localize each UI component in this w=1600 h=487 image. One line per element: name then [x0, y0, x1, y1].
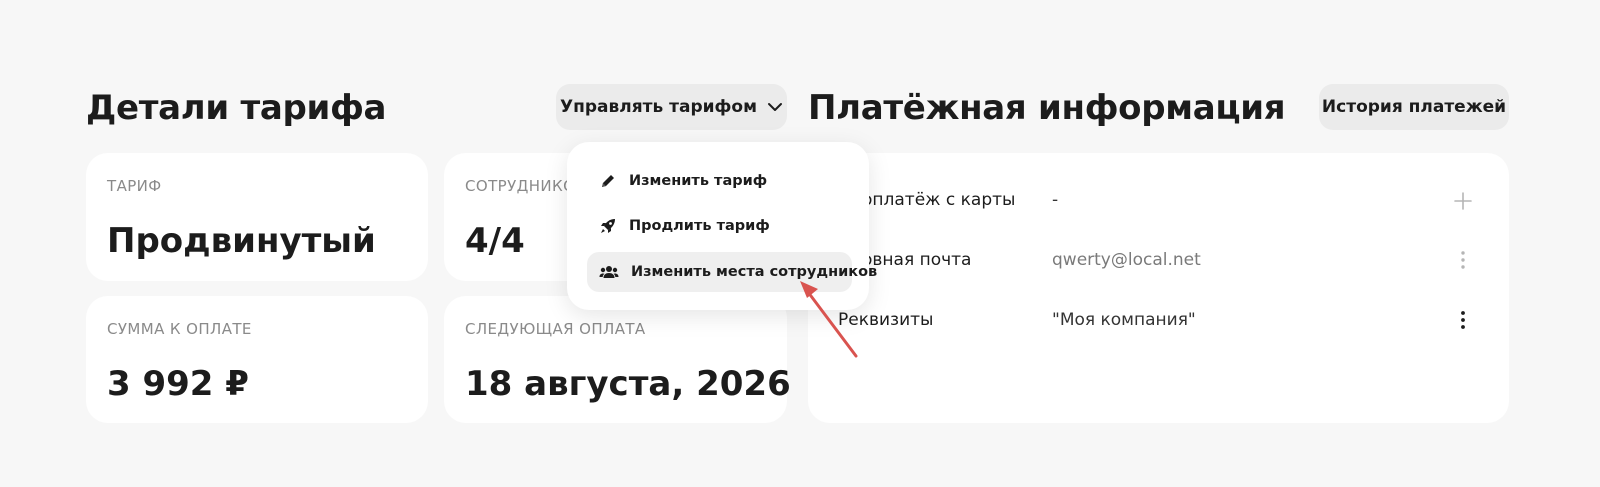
manage-tariff-button[interactable]: Управлять тарифом [556, 84, 787, 130]
email-label: овная почта [862, 250, 972, 270]
more-vertical-icon[interactable] [1456, 309, 1470, 331]
email-value: qwerty@local.net [1052, 250, 1201, 270]
menu-item-change-tariff[interactable]: Изменить тариф [587, 161, 779, 201]
next-payment-card: СЛЕДУЮЩАЯ ОПЛАТА 18 августа, 2026 [444, 296, 791, 423]
payment-history-button-label: История платежей [1321, 97, 1507, 117]
card-payment-value: - [1052, 190, 1059, 210]
menu-item-label: Продлить тариф [629, 218, 770, 234]
next-payment-card-value: 18 августа, 2026 [465, 364, 791, 404]
amount-due-card: СУММА К ОПЛАТЕ 3 992 ₽ [86, 296, 428, 423]
rocket-icon [599, 217, 617, 235]
tariff-card: ТАРИФ Продвинутый [86, 153, 428, 281]
manage-tariff-button-label: Управлять тарифом [560, 97, 757, 117]
employees-card-label: СОТРУДНИКО [465, 177, 576, 195]
menu-item-extend-tariff[interactable]: Продлить тариф [587, 206, 782, 246]
amount-due-card-value: 3 992 ₽ [107, 364, 249, 404]
tariff-details-title: Детали тарифа [86, 88, 387, 128]
more-vertical-icon[interactable] [1456, 249, 1470, 271]
payment-info-title: Платёжная информация [808, 88, 1286, 128]
amount-due-card-label: СУММА К ОПЛАТЕ [107, 320, 252, 338]
card-payment-label: оплатёж с карты [862, 190, 1016, 210]
pencil-icon [599, 172, 617, 190]
menu-item-label: Изменить тариф [629, 173, 768, 189]
chevron-down-icon [767, 102, 783, 112]
plus-icon[interactable] [1452, 190, 1474, 212]
requisites-value: "Моя компания" [1052, 310, 1196, 330]
annotation-arrow [800, 281, 858, 358]
tariff-card-label: ТАРИФ [107, 177, 162, 195]
next-payment-card-label: СЛЕДУЮЩАЯ ОПЛАТА [465, 320, 646, 338]
employees-card-value: 4/4 [465, 221, 525, 261]
tariff-card-value: Продвинутый [107, 221, 376, 261]
payment-history-button[interactable]: История платежей [1319, 84, 1509, 130]
users-icon [599, 264, 619, 280]
